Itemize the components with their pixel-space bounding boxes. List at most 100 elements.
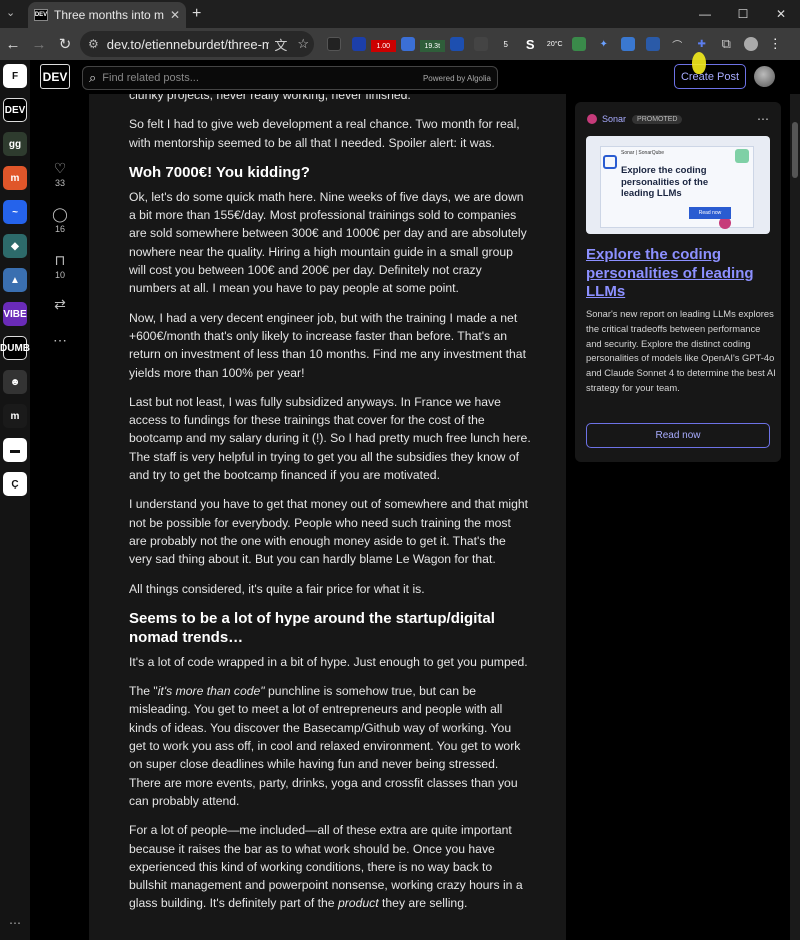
- ad-banner-image[interactable]: Sonar | SonarQube Explore the coding per…: [586, 136, 770, 234]
- rail-app-icon[interactable]: VIBE: [3, 302, 27, 326]
- extension-icon[interactable]: [567, 32, 592, 56]
- browser-tab[interactable]: DEV Three months into my new ✕: [28, 2, 186, 28]
- minimize-icon[interactable]: —: [686, 0, 724, 28]
- rail-app-icon[interactable]: m: [3, 404, 27, 428]
- reaction-count: 33: [54, 178, 65, 188]
- ad-title-link[interactable]: Explore the coding personalities of lead…: [586, 246, 771, 302]
- address-bar[interactable]: ⚙ dev.to/etienneburdet/three-mo... 文 ☆: [80, 31, 314, 57]
- tab-favicon: DEV: [34, 9, 48, 21]
- close-tab-icon[interactable]: ✕: [170, 8, 180, 22]
- extension-icon[interactable]: [641, 32, 666, 56]
- extension-icon[interactable]: [469, 32, 494, 56]
- avatar[interactable]: [754, 66, 775, 87]
- menu-kebab-icon[interactable]: ⋮: [763, 32, 788, 56]
- maximize-icon[interactable]: ☐: [724, 0, 762, 28]
- text-run: punchline is somehow true, but can be mi…: [129, 684, 521, 808]
- url-text: dev.to/etienneburdet/three-mo...: [106, 36, 270, 52]
- sponsored-card: Sonar PROMOTED ⋯ Sonar | SonarQube Explo…: [575, 102, 781, 462]
- forward-icon[interactable]: →: [26, 36, 52, 53]
- tab-search-icon[interactable]: ⌄: [6, 6, 15, 19]
- sonar-logo-icon: [587, 114, 597, 124]
- read-now-button[interactable]: Read now: [586, 423, 770, 448]
- browser-tab-strip: ⌄ DEV Three months into my new ✕ + — ☐ ✕: [0, 0, 800, 28]
- app-rail: F DEV gg m ~ ◆ ▲ VIBE DUMB ☻ m ▬ Ç ⋯: [0, 60, 30, 940]
- extension-icon[interactable]: [396, 32, 421, 56]
- rail-app-icon[interactable]: m: [3, 166, 27, 190]
- rail-app-icon[interactable]: ▲: [3, 268, 27, 292]
- tab-title: Three months into my new: [54, 8, 164, 22]
- extension-icon[interactable]: S: [518, 32, 543, 56]
- rail-app-icon[interactable]: ◆: [3, 234, 27, 258]
- banner-brand: Sonar | SonarQube: [621, 150, 664, 156]
- heart-add-icon: ♡: [53, 160, 67, 176]
- section-heading: Seems to be a lot of hype around the sta…: [129, 609, 495, 646]
- shield-icon[interactable]: [445, 32, 470, 56]
- repost-icon: ⇄: [54, 296, 66, 312]
- bookmark-button[interactable]: ⊓ 10: [44, 252, 76, 282]
- scrollbar[interactable]: [790, 94, 800, 940]
- sponsor-name[interactable]: Sonar: [602, 114, 626, 124]
- extension-badge[interactable]: 5: [494, 32, 519, 56]
- extension-icon[interactable]: ✦: [592, 32, 617, 56]
- paragraph: I understand you have to get that money …: [129, 497, 529, 567]
- extension-icon[interactable]: [616, 32, 641, 56]
- rail-app-icon[interactable]: ☻: [3, 370, 27, 394]
- bookmark-icon: ⊓: [54, 252, 66, 268]
- rail-app-icon[interactable]: DUMB: [0, 336, 30, 360]
- bookmark-star-icon[interactable]: ☆: [297, 36, 309, 52]
- extension-badge[interactable]: 19.3t: [420, 40, 445, 52]
- rail-app-icon[interactable]: gg: [3, 132, 27, 156]
- share-button[interactable]: ⇄: [44, 296, 76, 314]
- translate-icon[interactable]: 文: [274, 35, 287, 54]
- rail-app-icon[interactable]: ▬: [3, 438, 27, 462]
- rail-app-icon[interactable]: DEV: [3, 98, 27, 122]
- text-run: The ": [129, 684, 158, 699]
- more-icon: ⋯: [53, 332, 67, 348]
- back-icon[interactable]: ←: [0, 36, 26, 53]
- extension-badge[interactable]: 1.00: [371, 40, 396, 52]
- weather-badge[interactable]: 20°C: [543, 32, 568, 56]
- more-icon[interactable]: ⋯: [757, 112, 769, 126]
- site-info-icon[interactable]: ⚙: [88, 37, 99, 51]
- ad-description: Sonar's new report on leading LLMs explo…: [586, 308, 776, 393]
- extension-icon[interactable]: [347, 32, 372, 56]
- search-icon: ⌕: [89, 70, 97, 85]
- paragraph: All things considered, it's quite a fair…: [129, 581, 425, 596]
- reload-icon[interactable]: ↻: [52, 35, 78, 53]
- article-actions: ♡ 33 ◯ 16 ⊓ 10 ⇄ ⋯: [44, 94, 76, 356]
- article-body: clunky projects, never really working, n…: [89, 94, 566, 940]
- paragraph: Last but not least, I was fully subsidiz…: [129, 394, 531, 483]
- paragraph: The "it's more than code" punchline is s…: [129, 682, 531, 810]
- banner-button: Read now: [689, 207, 731, 219]
- promoted-badge: PROMOTED: [632, 114, 683, 124]
- create-post-button[interactable]: Create Post: [674, 64, 746, 89]
- decor-shape: [603, 155, 617, 169]
- paragraph: Ok, let's do some quick math here. Nine …: [129, 189, 527, 296]
- paragraph: Now, I had a very decent engineer job, b…: [129, 310, 526, 380]
- scrollbar-thumb[interactable]: [792, 122, 798, 178]
- dev-logo[interactable]: DEV: [40, 64, 70, 89]
- comment-button[interactable]: ◯ 16: [44, 206, 76, 236]
- rail-app-icon[interactable]: Ç: [3, 472, 27, 496]
- puzzle-icon[interactable]: ⧉: [714, 32, 739, 56]
- window-controls: — ☐ ✕: [686, 0, 800, 28]
- more-apps-icon[interactable]: ⋯: [9, 916, 21, 930]
- new-tab-icon[interactable]: +: [192, 5, 201, 23]
- close-window-icon[interactable]: ✕: [762, 0, 800, 28]
- rail-app-icon[interactable]: ~: [3, 200, 27, 224]
- rail-app-icon[interactable]: F: [3, 64, 27, 88]
- sponsor-header: Sonar PROMOTED: [587, 114, 683, 124]
- extension-icon[interactable]: ⌒: [665, 32, 690, 56]
- cursor-highlight: [692, 52, 706, 74]
- browser-toolbar: ← → ↻ ⚙ dev.to/etienneburdet/three-mo...…: [0, 28, 800, 60]
- more-button[interactable]: ⋯: [44, 332, 76, 350]
- paragraph: So felt I had to give web development a …: [129, 117, 520, 150]
- banner-title: Explore the coding personalities of the …: [621, 165, 709, 199]
- bookmark-count: 10: [54, 270, 65, 280]
- search-input[interactable]: ⌕ Find related posts... Powered by Algol…: [82, 66, 498, 90]
- emphasis: product: [337, 896, 379, 911]
- profile-icon[interactable]: [739, 32, 764, 56]
- extension-icon[interactable]: [322, 32, 347, 56]
- reaction-button[interactable]: ♡ 33: [44, 160, 76, 190]
- extensions-row: 1.00 19.3t 5 S 20°C ✦ ⌒ ✚ ⧉ ⋮: [322, 32, 788, 56]
